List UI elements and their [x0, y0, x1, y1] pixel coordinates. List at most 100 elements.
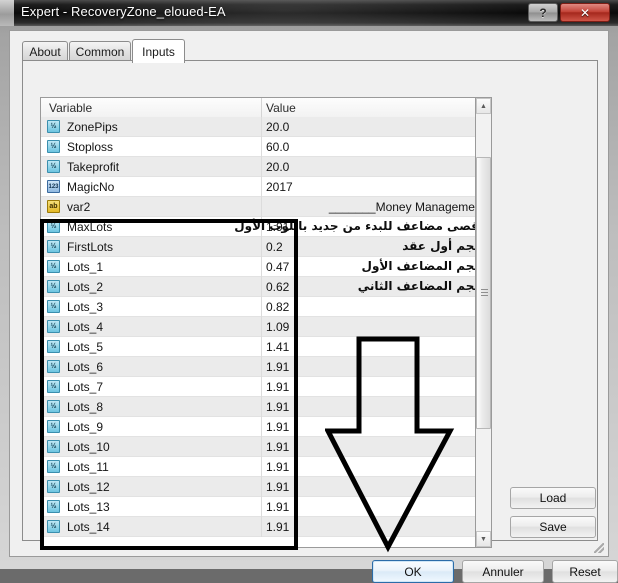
- table-row[interactable]: ½ Lots_1 0.47 حجم المضاعف الأول: [41, 257, 491, 277]
- row-arabic-annotation: حجم أول عقد: [402, 239, 483, 253]
- table-row[interactable]: ½ Lots_2 0.62 حجم المضاعف الثاني: [41, 277, 491, 297]
- grid-rows-container: ½ ZonePips 20.0 ½ Stoploss 60.0 ½ Takeprofit 20.…: [41, 117, 491, 547]
- row-variable-name: MagicNo: [67, 180, 115, 194]
- window-title: Expert - RecoveryZone_eloued-EA: [21, 4, 226, 19]
- row-value[interactable]: 1.91: [266, 420, 289, 434]
- scrollbar-grip-icon: [481, 289, 488, 297]
- row-column-separator: [261, 257, 262, 277]
- double-icon: ½: [47, 400, 60, 413]
- row-column-separator: [261, 377, 262, 397]
- table-row[interactable]: ½ MaxLots 1.91 أقصى مضاعف للبدء من جديد بال…: [41, 217, 491, 237]
- ok-button[interactable]: OK: [372, 560, 454, 583]
- double-icon: ½: [47, 220, 60, 233]
- row-variable-name: Lots_11: [67, 460, 109, 474]
- table-row[interactable]: ½ ZonePips 20.0: [41, 117, 491, 137]
- row-value[interactable]: 0.2: [266, 240, 283, 254]
- row-variable-name: Lots_8: [67, 400, 104, 414]
- load-button[interactable]: Load: [510, 487, 596, 509]
- row-value[interactable]: 1.91: [266, 500, 289, 514]
- row-value[interactable]: 0.62: [266, 280, 289, 294]
- row-variable-name: Lots_10: [67, 440, 110, 454]
- double-icon: ½: [47, 520, 60, 533]
- row-value[interactable]: 1.91: [266, 480, 289, 494]
- row-value[interactable]: 1.91: [266, 360, 289, 374]
- tab-about[interactable]: About: [22, 41, 68, 61]
- window-icon-cap: [0, 0, 14, 26]
- row-column-separator: [261, 397, 262, 417]
- table-row[interactable]: ½ FirstLots 0.2 حجم أول عقد: [41, 237, 491, 257]
- string-icon: ab: [47, 200, 60, 213]
- row-column-separator: [261, 357, 262, 377]
- table-row[interactable]: ½ Takeprofit 20.0: [41, 157, 491, 177]
- row-variable-name: MaxLots: [67, 220, 113, 234]
- row-column-separator: [261, 417, 262, 437]
- help-button[interactable]: ?: [528, 3, 558, 22]
- grid-vertical-scrollbar[interactable]: ▲ ▼: [475, 97, 492, 548]
- tab-common[interactable]: Common: [69, 41, 131, 61]
- row-column-separator: [261, 137, 262, 157]
- scroll-down-icon[interactable]: ▼: [476, 531, 491, 547]
- tab-inputs[interactable]: Inputs: [132, 39, 185, 63]
- table-row[interactable]: ½ Lots_9 1.91: [41, 417, 491, 437]
- expert-properties-window: Expert - RecoveryZone_eloued-EA ? ✕ Abou…: [0, 0, 618, 583]
- save-button[interactable]: Save: [510, 516, 596, 538]
- title-bar[interactable]: Expert - RecoveryZone_eloued-EA ? ✕: [0, 0, 618, 26]
- double-icon: ½: [47, 340, 60, 353]
- row-column-separator: [261, 117, 262, 137]
- row-value[interactable]: 2017: [266, 180, 293, 194]
- row-value[interactable]: 60.0: [266, 140, 289, 154]
- row-value[interactable]: 1.91: [266, 380, 289, 394]
- row-column-separator: [261, 477, 262, 497]
- table-row[interactable]: ½ Lots_14 1.91: [41, 517, 491, 537]
- row-variable-name: Lots_13: [67, 500, 110, 514]
- grid-header-row: Variable Value: [41, 98, 491, 118]
- inputs-grid[interactable]: Variable Value ½ ZonePips 20.0 ½ Stoploss 60.…: [40, 97, 492, 548]
- double-icon: ½: [47, 480, 60, 493]
- row-arabic-annotation: أقصى مضاعف للبدء من جديد باللوت الأول: [234, 219, 483, 233]
- row-column-separator: [261, 157, 262, 177]
- table-row[interactable]: ½ Lots_5 1.41: [41, 337, 491, 357]
- table-row[interactable]: ½ Lots_4 1.09: [41, 317, 491, 337]
- row-value[interactable]: 1.91: [266, 520, 289, 534]
- row-value[interactable]: _______Money Management: [266, 200, 485, 214]
- resize-grip-icon[interactable]: [594, 543, 604, 553]
- cancel-button[interactable]: Annuler: [462, 560, 544, 583]
- double-icon: ½: [47, 120, 60, 133]
- scroll-up-icon[interactable]: ▲: [476, 98, 491, 114]
- row-value[interactable]: 1.91: [266, 440, 289, 454]
- double-icon: ½: [47, 240, 60, 253]
- row-value[interactable]: 20.0: [266, 120, 289, 134]
- double-icon: ½: [47, 320, 60, 333]
- row-value[interactable]: 1.91: [266, 460, 289, 474]
- double-icon: ½: [47, 440, 60, 453]
- table-row[interactable]: ½ Lots_13 1.91: [41, 497, 491, 517]
- row-variable-name: var2: [67, 200, 91, 214]
- row-value[interactable]: 1.91: [266, 400, 289, 414]
- row-value[interactable]: 0.47: [266, 260, 289, 274]
- table-row[interactable]: 123 MagicNo 2017: [41, 177, 491, 197]
- table-row[interactable]: ½ Lots_7 1.91: [41, 377, 491, 397]
- row-column-separator: [261, 457, 262, 477]
- table-row[interactable]: ½ Lots_6 1.91: [41, 357, 491, 377]
- row-value[interactable]: 1.41: [266, 340, 289, 354]
- row-value[interactable]: 20.0: [266, 160, 289, 174]
- close-icon[interactable]: ✕: [560, 3, 610, 22]
- scrollbar-thumb[interactable]: [476, 157, 491, 429]
- table-row[interactable]: ½ Lots_10 1.91: [41, 437, 491, 457]
- row-variable-name: ZonePips: [67, 120, 118, 134]
- table-row[interactable]: ½ Stoploss 60.0: [41, 137, 491, 157]
- table-row[interactable]: ½ Lots_8 1.91: [41, 397, 491, 417]
- table-row[interactable]: ½ Lots_12 1.91: [41, 477, 491, 497]
- row-value[interactable]: 0.82: [266, 300, 289, 314]
- row-variable-name: Lots_5: [67, 340, 104, 354]
- table-row[interactable]: ab var2 _______Money Management: [41, 197, 491, 217]
- table-row[interactable]: ½ Lots_11 1.91: [41, 457, 491, 477]
- row-column-separator: [261, 237, 262, 257]
- reset-button[interactable]: Reset: [552, 560, 618, 583]
- row-column-separator: [261, 337, 262, 357]
- row-column-separator: [261, 177, 262, 197]
- row-value[interactable]: 1.09: [266, 320, 289, 334]
- row-column-separator: [261, 197, 262, 217]
- double-icon: ½: [47, 280, 60, 293]
- table-row[interactable]: ½ Lots_3 0.82: [41, 297, 491, 317]
